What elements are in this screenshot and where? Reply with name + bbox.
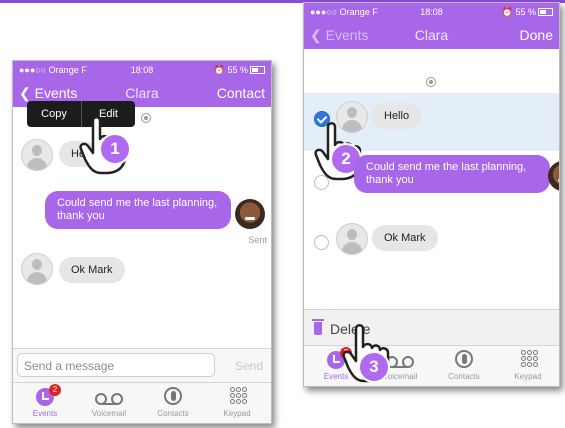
keypad-icon xyxy=(230,387,247,405)
message-bubble-incoming[interactable]: Ok Mark xyxy=(59,257,125,283)
voicemail-icon xyxy=(95,393,123,405)
message-bubble-outgoing[interactable]: Could send me the last planning, thank y… xyxy=(354,155,550,193)
keypad-dot xyxy=(242,393,247,398)
step-1-badge: 1 xyxy=(99,133,131,165)
battery-indicator: ⏰ 55 % xyxy=(502,7,553,18)
alarm-icon: ⏰ xyxy=(501,7,513,17)
message-bubble-incoming[interactable]: Hello xyxy=(372,103,422,129)
contact-avatar xyxy=(336,223,368,255)
sent-status: Sent xyxy=(248,235,267,245)
navigation-bar: ❮ Events Clara Done xyxy=(304,21,559,49)
message-bubble-incoming[interactable]: Ok Mark xyxy=(372,225,438,251)
tab-contacts[interactable]: Contacts xyxy=(432,348,496,381)
contact-avatar xyxy=(21,139,53,171)
contact-avatar xyxy=(21,253,53,285)
battery-icon xyxy=(538,8,553,16)
tab-label: Events xyxy=(32,409,58,418)
contacts-icon xyxy=(164,387,182,405)
keypad-dot xyxy=(242,387,247,392)
tab-bar: 2 Events Voicemail Contacts Keypad xyxy=(13,382,271,423)
keypad-dot xyxy=(527,350,532,355)
keypad-dot xyxy=(533,350,538,355)
my-avatar xyxy=(235,199,265,229)
status-bar: ●●●○○ Orange F 18:08 ⏰ 55 % xyxy=(13,61,271,79)
timestamp-dot xyxy=(141,113,151,123)
tab-label: Voicemail xyxy=(91,409,127,418)
keypad-dot xyxy=(236,399,241,404)
message-input[interactable]: Send a message xyxy=(17,353,215,377)
keypad-icon xyxy=(521,350,538,368)
battery-percent: 55 % xyxy=(515,7,536,17)
voicemail-icon-bar xyxy=(101,403,117,405)
message-bubble-outgoing[interactable]: Could send me the last planning, thank y… xyxy=(45,191,231,229)
contact-button[interactable]: Contact xyxy=(217,85,265,101)
tab-keypad[interactable]: Keypad xyxy=(205,385,269,418)
keypad-dot xyxy=(527,362,532,367)
timestamp-dot xyxy=(426,77,436,87)
tab-label: Contacts xyxy=(157,409,189,418)
battery-indicator: ⏰ 55 % xyxy=(214,65,265,76)
alarm-icon: ⏰ xyxy=(213,65,225,75)
trash-icon[interactable] xyxy=(312,319,324,335)
keypad-dot xyxy=(242,399,247,404)
tab-label: Keypad xyxy=(223,409,251,418)
events-badge: 2 xyxy=(49,384,61,396)
battery-icon xyxy=(250,66,265,74)
keypad-dot xyxy=(527,356,532,361)
tab-voicemail[interactable]: Voicemail xyxy=(77,385,141,418)
select-radio[interactable] xyxy=(314,235,329,250)
keypad-dot xyxy=(533,356,538,361)
keypad-dot xyxy=(521,356,526,361)
keypad-dot xyxy=(521,350,526,355)
step-3-badge: 3 xyxy=(358,351,390,383)
keypad-dot xyxy=(230,399,235,404)
tab-events[interactable]: 2 Events xyxy=(13,384,77,418)
send-button[interactable]: Send xyxy=(235,359,263,373)
phone-screen-edit-mode: ●●●○○ Orange F 18:08 ⏰ 55 % ❮ Events Cla… xyxy=(303,2,560,387)
keypad-dot xyxy=(236,387,241,392)
keypad-dot xyxy=(236,393,241,398)
keypad-dot xyxy=(230,393,235,398)
done-button[interactable]: Done xyxy=(520,27,553,43)
keypad-dot xyxy=(230,387,235,392)
tab-contacts[interactable]: Contacts xyxy=(141,385,205,418)
keypad-dot xyxy=(521,362,526,367)
contacts-icon xyxy=(455,350,473,368)
battery-percent: 55 % xyxy=(227,65,248,75)
copy-menu-item[interactable]: Copy xyxy=(27,101,81,127)
status-bar: ●●●○○ Orange F 18:08 ⏰ 55 % xyxy=(304,3,559,21)
tab-label: Contacts xyxy=(448,372,480,381)
message-composer: Send a message Send xyxy=(13,348,271,383)
tab-keypad[interactable]: Keypad xyxy=(496,348,559,381)
tab-label: Keypad xyxy=(514,372,542,381)
keypad-dot xyxy=(533,362,538,367)
phone-screen-context-menu: ●●●○○ Orange F 18:08 ⏰ 55 % ❮ Events Cla… xyxy=(12,60,272,424)
select-radio[interactable] xyxy=(314,175,329,190)
